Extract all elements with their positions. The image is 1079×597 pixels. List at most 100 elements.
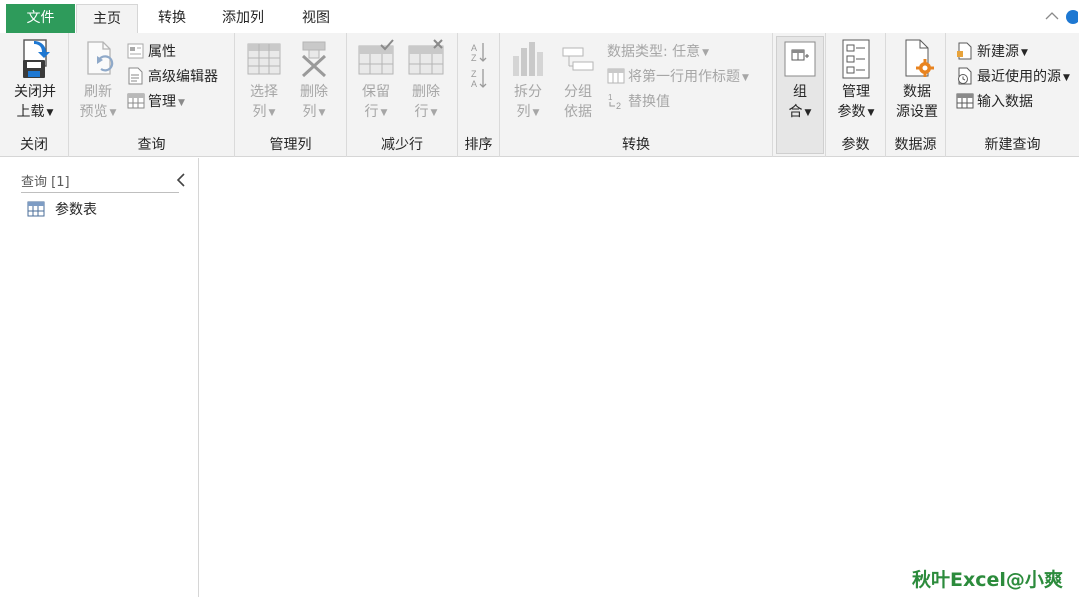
replace-values-button[interactable]: 1 2 替换值	[607, 91, 670, 113]
manage-parameters-icon	[842, 39, 870, 79]
manage-table-icon	[127, 93, 145, 109]
choose-columns-button[interactable]: 选择 列 ▼	[241, 38, 287, 123]
group-label-new-query: 新建查询	[984, 137, 1041, 153]
tab-file[interactable]: 文件	[6, 4, 75, 33]
group-label-manage-columns: 管理列	[269, 137, 312, 153]
enter-data-label: 输入数据	[977, 94, 1033, 110]
new-source-icon	[957, 42, 972, 60]
group-by-icon	[562, 47, 594, 71]
collapse-ribbon-icon[interactable]	[1045, 11, 1059, 21]
remove-rows-label-2: 行	[414, 104, 429, 120]
ribbon: 关闭并 上载 ▼ 关闭 刷新 预览 ▼ 属性 高级编辑器 管理 ▼ 查询 选择 …	[0, 33, 1079, 157]
group-label-data-sources: 数据源	[894, 137, 937, 153]
tab-transform[interactable]: 转换	[142, 4, 202, 34]
choose-columns-icon	[247, 43, 281, 75]
split-column-icon	[513, 42, 543, 76]
replace-values-icon: 1 2	[608, 93, 621, 110]
group-by-label-2: 依据	[564, 104, 592, 120]
queries-pane: 查询 [1] 参数表	[0, 158, 199, 597]
split-column-button[interactable]: 拆分 列 ▼	[505, 38, 551, 123]
group-label-parameters: 参数	[841, 137, 870, 153]
recent-sources-icon	[958, 67, 972, 85]
tab-home[interactable]: 主页	[76, 4, 138, 35]
manage-query-label: 管理	[148, 94, 176, 110]
group-close: 关闭并 上载 ▼ 关闭	[0, 33, 69, 157]
group-parameters: 管理 参数 ▼ 参数	[826, 33, 886, 157]
manage-query-button[interactable]: 管理 ▼	[127, 91, 185, 113]
new-source-label: 新建源	[977, 44, 1019, 60]
keep-rows-label-2: 行	[364, 104, 379, 120]
group-new-query: 新建源 ▼ 最近使用的源 ▼ 输入数据 新建查询	[946, 33, 1079, 157]
recent-sources-button[interactable]: 最近使用的源 ▼	[956, 66, 1070, 88]
recent-sources-label: 最近使用的源	[977, 69, 1061, 85]
data-source-settings-button[interactable]: 数据 源设置	[890, 38, 944, 122]
close-and-load-label-1: 关闭并	[14, 84, 56, 100]
group-reduce-rows: 保留 行 ▼ 删除 行 ▼ 减少行	[347, 33, 458, 157]
remove-columns-button[interactable]: 删除 列 ▼	[291, 38, 337, 123]
svg-text:A: A	[471, 43, 477, 53]
choose-columns-label-2: 列	[252, 104, 267, 120]
group-sort: A Z Z A 排序	[458, 33, 500, 157]
collapse-pane-icon[interactable]	[175, 172, 187, 188]
close-and-load-label-2: 上载	[16, 104, 45, 120]
keep-rows-icon	[358, 39, 394, 75]
remove-rows-button[interactable]: 删除 行 ▼	[402, 38, 450, 123]
keep-rows-button[interactable]: 保留 行 ▼	[352, 38, 400, 123]
advanced-editor-button[interactable]: 高级编辑器	[127, 66, 218, 88]
close-and-load-button[interactable]: 关闭并 上载 ▼	[6, 38, 64, 123]
svg-text:Z: Z	[471, 53, 477, 63]
group-label-close: 关闭	[20, 137, 48, 153]
table-icon	[27, 201, 45, 217]
svg-text:1: 1	[608, 93, 613, 102]
first-row-header-label: 将第一行用作标题	[628, 69, 740, 85]
advanced-editor-icon	[128, 67, 143, 85]
properties-label: 属性	[148, 44, 176, 60]
group-label-sort: 排序	[464, 137, 493, 153]
remove-columns-label-2: 列	[302, 104, 317, 120]
query-list-item[interactable]: 参数表	[27, 200, 97, 220]
data-source-settings-icon	[905, 39, 934, 77]
combine-label-1: 组	[793, 84, 807, 100]
tab-view[interactable]: 视图	[286, 4, 346, 34]
group-by-button[interactable]: 分组 依据	[555, 38, 601, 122]
group-label-query: 查询	[137, 137, 166, 153]
remove-rows-icon	[408, 39, 444, 75]
group-data-sources: 数据 源设置 数据源	[886, 33, 946, 157]
sort-ascending-icon[interactable]: A Z	[470, 41, 488, 63]
advanced-editor-label: 高级编辑器	[148, 69, 218, 85]
group-query: 刷新 预览 ▼ 属性 高级编辑器 管理 ▼ 查询	[69, 33, 235, 157]
combine-button[interactable]: 组 合 ▼	[777, 38, 823, 123]
close-and-load-icon	[23, 39, 50, 78]
manage-parameters-button[interactable]: 管理 参数 ▼	[832, 38, 880, 123]
data-preview-area	[200, 158, 1079, 597]
sort-descending-icon[interactable]: Z A	[470, 67, 488, 89]
use-first-row-as-headers-button[interactable]: 将第一行用作标题 ▼	[607, 66, 749, 88]
enter-data-button[interactable]: 输入数据	[956, 91, 1033, 113]
group-by-label-1: 分组	[564, 84, 592, 100]
manage-parameters-label-2: 参数	[837, 104, 866, 120]
keep-rows-label-1: 保留	[362, 84, 390, 100]
combine-icon	[784, 41, 816, 77]
group-manage-columns: 选择 列 ▼ 删除 列 ▼ 管理列	[235, 33, 347, 157]
query-item-label: 参数表	[55, 202, 97, 218]
svg-text:2: 2	[616, 101, 621, 110]
refresh-label-1: 刷新	[84, 84, 112, 100]
tab-add-column[interactable]: 添加列	[208, 4, 278, 34]
first-row-header-icon	[607, 68, 625, 84]
help-icon[interactable]	[1066, 9, 1078, 25]
replace-values-label: 替换值	[628, 94, 670, 110]
remove-columns-icon	[301, 41, 327, 78]
manage-parameters-label-1: 管理	[842, 84, 870, 100]
choose-columns-label-1: 选择	[250, 84, 278, 100]
new-source-button[interactable]: 新建源 ▼	[956, 41, 1028, 63]
svg-text:Z: Z	[471, 69, 477, 79]
svg-text:A: A	[471, 79, 477, 89]
group-label-reduce-rows: 减少行	[381, 137, 423, 153]
remove-rows-label-1: 删除	[412, 84, 440, 100]
watermark: 秋叶Excel@小爽	[912, 569, 1063, 591]
properties-button[interactable]: 属性	[127, 41, 176, 63]
group-label-transform: 转换	[622, 137, 650, 153]
data-type-dropdown[interactable]: 数据类型: 任意 ▼	[607, 41, 709, 63]
refresh-preview-button[interactable]: 刷新 预览 ▼	[75, 38, 121, 123]
combine-label-2: 合	[788, 104, 803, 120]
